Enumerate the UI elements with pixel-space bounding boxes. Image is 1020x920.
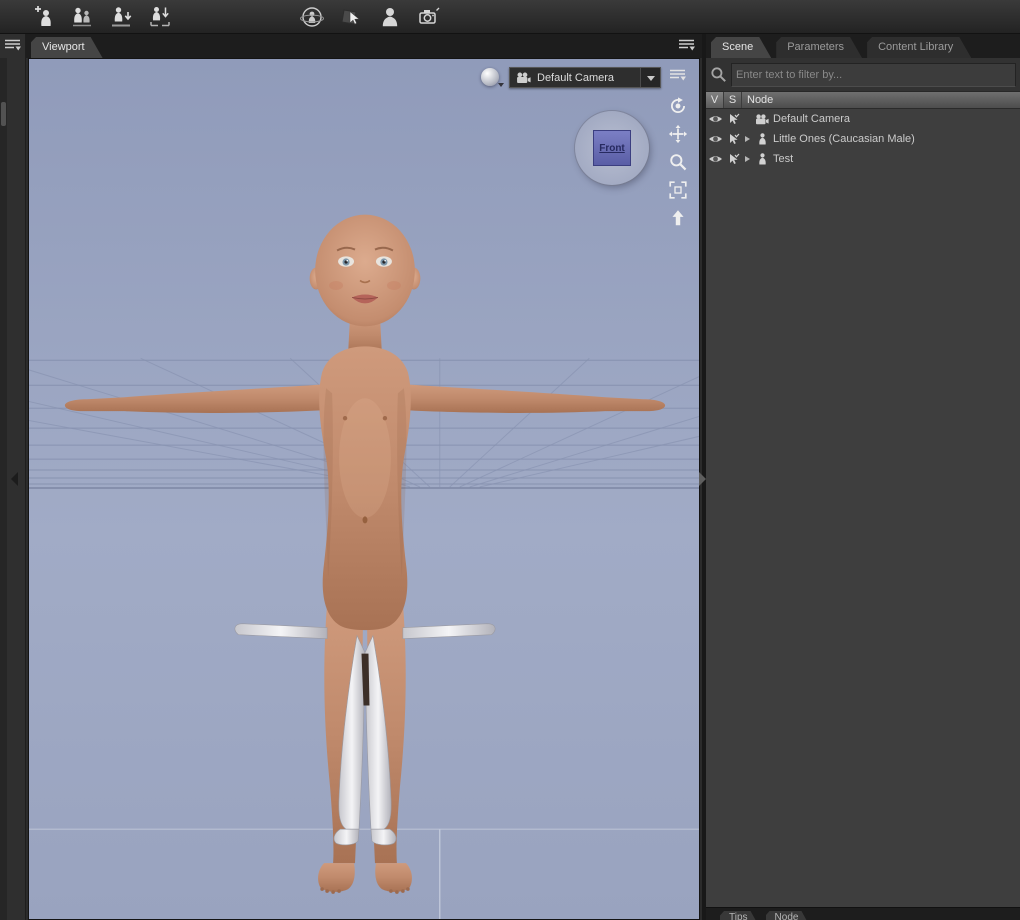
tree-row-default-camera[interactable]: Default Camera [706,109,1020,129]
node-label[interactable]: Default Camera [771,113,850,125]
pan-camera-icon[interactable] [667,123,689,145]
tab-parameters[interactable]: Parameters [776,37,862,58]
node-label[interactable]: Little Ones (Caucasian Male) [771,133,915,145]
tab-tips[interactable]: Tips [720,911,761,920]
filter-input[interactable] [736,68,1011,81]
toolbar-group-left [28,3,175,31]
viewport-pane-menu-icon[interactable] [678,38,696,58]
3d-scene [29,214,699,919]
application-window: Viewport Default Camera Front Scene Para… [0,0,1020,920]
orbit-figure-icon[interactable] [297,3,327,31]
selectable-cursor-icon[interactable] [724,133,742,146]
camera-selector-dropdown[interactable]: Default Camera [509,67,661,88]
left-pane-menu-icon[interactable] [4,38,22,53]
view-navigation-cube[interactable]: Front [575,111,649,185]
filter-field [731,62,1016,87]
add-figure-icon[interactable] [28,3,58,31]
camera-reset-up-icon[interactable] [667,207,689,229]
save-figure-icon[interactable] [106,3,136,31]
collapse-right-pane-arrow-icon[interactable] [699,472,706,486]
figure-pair-icon[interactable] [67,3,97,31]
left-scrollbar-handle[interactable] [1,102,6,126]
column-header-visibility: V [706,92,724,108]
scene-panel: Scene Parameters Content Library V S Nod… [706,34,1020,920]
tab-content-library[interactable]: Content Library [867,37,971,58]
expand-arrow-icon[interactable] [742,136,753,142]
expand-arrow-icon[interactable] [742,156,753,162]
tab-scene[interactable]: Scene [711,37,771,58]
transfer-figure-icon[interactable] [145,3,175,31]
viewport-topbar: Default Camera [481,67,687,88]
pose-tool-icon[interactable] [336,3,366,31]
selectable-cursor-icon[interactable] [724,113,742,126]
render-camera-icon[interactable] [414,3,444,31]
frame-selection-icon[interactable] [667,179,689,201]
nav-cube-front-face[interactable]: Front [593,130,631,166]
camera-selector-value: Default Camera [537,71,615,84]
right-panel-tabbar: Scene Parameters Content Library [706,34,1020,58]
column-header-node: Node [747,94,774,106]
viewport-camera-tools [667,95,689,229]
camera-node-icon [753,113,771,125]
visibility-eye-icon[interactable] [706,134,724,144]
node-label[interactable]: Test [771,153,793,165]
collapse-left-pane-arrow-icon[interactable] [11,472,18,486]
tab-viewport[interactable]: Viewport [31,37,103,58]
figure-node-icon [753,133,771,145]
selectable-cursor-icon[interactable] [724,153,742,166]
actor-icon[interactable] [375,3,405,31]
draw-style-sphere-icon[interactable] [481,67,504,88]
main-toolbar [0,0,1020,34]
tree-row-test[interactable]: Test [706,149,1020,169]
figure-little-ones [64,214,666,894]
scene-filter-row [706,58,1020,92]
viewport-tabbar: Viewport [26,34,702,58]
left-dock-strip [0,34,26,920]
tab-node[interactable]: Node [766,911,812,920]
figure-node-icon [753,153,771,165]
visibility-eye-icon[interactable] [706,114,724,124]
tree-row-little-ones[interactable]: Little Ones (Caucasian Male) [706,129,1020,149]
scene-tree-header: V S Node [706,92,1020,109]
scene-panel-empty-area [706,169,1020,907]
zoom-icon[interactable] [667,151,689,173]
visibility-eye-icon[interactable] [706,154,724,164]
toolbar-group-center [297,3,444,31]
viewport-pane: Viewport Default Camera Front [26,34,702,920]
search-icon [711,67,726,82]
orbit-camera-icon[interactable] [667,95,689,117]
column-header-selectable: S [724,92,742,108]
figure-test [234,623,496,846]
scene-tree: Default Camera Little Ones (Caucasian Ma… [706,109,1020,169]
viewport-canvas[interactable]: Default Camera Front [28,58,700,920]
left-scrollbar[interactable] [0,58,7,920]
camera-icon [517,72,531,83]
bottom-tabbar: Tips Node [706,907,1020,920]
viewport-options-icon[interactable] [669,68,687,88]
dropdown-arrow-icon[interactable] [640,68,660,87]
